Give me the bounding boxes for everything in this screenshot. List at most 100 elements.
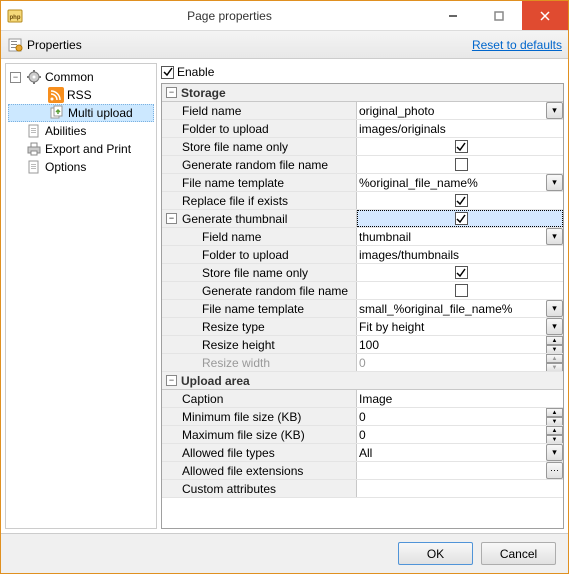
row-field-name[interactable]: Field name original_photo▾ (162, 102, 563, 120)
checkbox[interactable] (455, 140, 468, 153)
section-upload-area[interactable]: − Upload area (162, 372, 563, 390)
row-t-store-fn-only[interactable]: Store file name only (162, 264, 563, 282)
prop-value[interactable]: 0 (359, 410, 366, 424)
prop-value[interactable]: %original_file_name% (359, 176, 478, 190)
ellipsis-button[interactable]: ⋯ (546, 462, 563, 479)
checkbox[interactable] (455, 266, 468, 279)
row-max-size[interactable]: Maximum file size (KB) 0 ▲▼ (162, 426, 563, 444)
printer-icon (26, 141, 42, 157)
prop-label: Store file name only (202, 266, 308, 280)
prop-label: Maximum file size (KB) (182, 428, 305, 442)
row-store-fn-only[interactable]: Store file name only (162, 138, 563, 156)
collapse-icon[interactable]: − (166, 375, 177, 386)
dropdown-button[interactable]: ▾ (546, 228, 563, 245)
prop-value[interactable]: 0 (359, 428, 366, 442)
prop-label: Replace file if exists (182, 194, 288, 208)
cancel-button[interactable]: Cancel (481, 542, 556, 565)
row-t-fn-template[interactable]: File name template small_%original_file_… (162, 300, 563, 318)
spin-buttons[interactable]: ▲▼ (546, 426, 563, 443)
prop-value[interactable]: Fit by height (359, 320, 424, 334)
row-min-size[interactable]: Minimum file size (KB) 0▲▼ (162, 408, 563, 426)
row-allowed-types[interactable]: Allowed file types All ▾ (162, 444, 563, 462)
dropdown-button[interactable]: ▾ (546, 318, 563, 335)
collapse-icon[interactable]: − (166, 213, 177, 224)
row-fn-template[interactable]: File name template %original_file_name% ▾ (162, 174, 563, 192)
row-t-resize-type[interactable]: Resize type Fit by height ▾ (162, 318, 563, 336)
prop-label: Folder to upload (202, 248, 289, 262)
tree-item-multi-upload[interactable]: Multi upload (8, 104, 154, 122)
prop-label: Resize width (202, 356, 270, 370)
upload-icon (49, 105, 65, 121)
checkbox[interactable] (455, 158, 468, 171)
property-grid: − Storage Field name original_photo▾ Fol… (161, 83, 564, 529)
row-t-gen-random[interactable]: Generate random file name (162, 282, 563, 300)
row-generate-thumbnail[interactable]: −Generate thumbnail (162, 210, 563, 228)
tree-item-export-print[interactable]: Export and Print (8, 140, 154, 158)
row-t-folder-upload[interactable]: Folder to upload images/thumbnails (162, 246, 563, 264)
maximize-button[interactable] (476, 1, 522, 30)
prop-label: Folder to upload (182, 122, 269, 136)
category-tree[interactable]: − Common RSS Multi upload Abilities Expo… (5, 63, 157, 529)
tree-item-abilities[interactable]: Abilities (8, 122, 154, 140)
prop-value[interactable]: original_photo (359, 104, 434, 118)
prop-label: Generate thumbnail (182, 212, 287, 226)
ok-button[interactable]: OK (398, 542, 473, 565)
tree-item-options[interactable]: Options (8, 158, 154, 176)
tree-label: Export and Print (45, 142, 131, 156)
collapse-icon[interactable]: − (10, 72, 21, 83)
tree-item-rss[interactable]: RSS (8, 86, 154, 104)
prop-value[interactable]: small_%original_file_name% (359, 302, 512, 316)
checkbox[interactable] (455, 284, 468, 297)
dropdown-button[interactable]: ▾ (546, 300, 563, 317)
row-t-resize-height[interactable]: Resize height 100 ▲▼ (162, 336, 563, 354)
close-button[interactable] (522, 1, 568, 30)
prop-value[interactable]: thumbnail (359, 230, 411, 244)
row-allowed-ext[interactable]: Allowed file extensions ⋯ (162, 462, 563, 480)
checkbox[interactable] (455, 212, 468, 225)
app-icon: php (7, 8, 23, 24)
prop-label: Allowed file types (182, 446, 275, 460)
dropdown-button[interactable]: ▾ (546, 102, 563, 119)
enable-checkbox[interactable] (161, 66, 174, 79)
prop-label: File name template (182, 176, 284, 190)
document-icon (26, 159, 42, 175)
enable-label: Enable (177, 65, 214, 79)
prop-value[interactable]: Image (359, 392, 392, 406)
prop-value[interactable]: images/thumbnails (359, 248, 459, 262)
prop-label: Generate random file name (182, 158, 328, 172)
row-gen-random[interactable]: Generate random file name (162, 156, 563, 174)
row-t-field-name[interactable]: Field name thumbnail▾ (162, 228, 563, 246)
row-replace-if-exists[interactable]: Replace file if exists (162, 192, 563, 210)
toolbar-properties-label: Properties (27, 38, 82, 52)
prop-label: Resize height (202, 338, 275, 352)
prop-value[interactable]: images/originals (359, 122, 446, 136)
dialog-body: − Common RSS Multi upload Abilities Expo… (1, 59, 568, 533)
prop-label: Store file name only (182, 140, 288, 154)
spin-buttons[interactable]: ▲▼ (546, 408, 563, 425)
minimize-button[interactable] (430, 1, 476, 30)
section-storage[interactable]: − Storage (162, 84, 563, 102)
prop-value[interactable]: 100 (359, 338, 379, 352)
row-caption[interactable]: Caption Image (162, 390, 563, 408)
tree-label: Options (45, 160, 86, 174)
rss-icon (48, 87, 64, 103)
row-folder-upload[interactable]: Folder to upload images/originals (162, 120, 563, 138)
dropdown-button[interactable]: ▾ (546, 444, 563, 461)
row-t-resize-width[interactable]: Resize width 0▲▼ (162, 354, 563, 372)
svg-text:php: php (10, 15, 21, 21)
prop-value[interactable]: All (359, 446, 372, 460)
prop-label: Allowed file extensions (182, 464, 303, 478)
prop-label: Resize type (202, 320, 265, 334)
row-custom-attrs[interactable]: Custom attributes (162, 480, 563, 498)
dialog-footer: OK Cancel (1, 533, 568, 573)
toolbar: Properties Reset to defaults (1, 31, 568, 59)
window-title: Page properties (29, 9, 430, 23)
dropdown-button[interactable]: ▾ (546, 174, 563, 191)
reset-to-defaults-link[interactable]: Reset to defaults (472, 38, 562, 52)
prop-label: Generate random file name (202, 284, 348, 298)
checkbox[interactable] (455, 194, 468, 207)
prop-label: Caption (182, 392, 223, 406)
tree-item-common[interactable]: − Common (8, 68, 154, 86)
spin-buttons[interactable]: ▲▼ (546, 336, 563, 353)
collapse-icon[interactable]: − (166, 87, 177, 98)
